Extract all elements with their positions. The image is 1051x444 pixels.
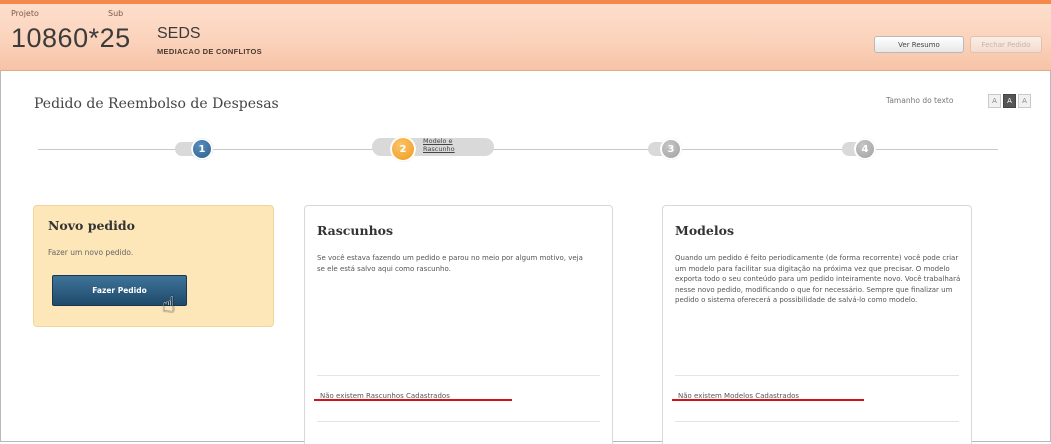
ver-resumo-button[interactable]: Ver Resumo (874, 36, 964, 53)
text-size-small-button[interactable]: A (988, 94, 1001, 108)
step-2-label-line1: Modelo e (423, 137, 453, 145)
modelos-annotation-underline (672, 399, 864, 401)
text-size-large-button[interactable]: A (1018, 94, 1031, 108)
rascunhos-separator (317, 375, 600, 376)
step-2-circle[interactable]: 2 (390, 136, 416, 162)
sub-label: Sub (108, 9, 124, 18)
rascunhos-separator-bottom (317, 421, 600, 422)
org-name: SEDS (157, 25, 201, 42)
step-2-label[interactable]: Modelo e Rascunho (423, 137, 455, 153)
text-size-medium-button[interactable]: A (1003, 94, 1016, 108)
text-size-label: Tamanho do texto (886, 96, 954, 105)
step-2-label-line2: Rascunho (423, 145, 455, 153)
rascunhos-description: Se você estava fazendo um pedido e parou… (317, 254, 583, 273)
modelos-separator-bottom (675, 421, 959, 422)
hand-cursor-icon: ☝ (162, 293, 176, 318)
project-label: Projeto (11, 9, 39, 18)
novo-pedido-description: Fazer um novo pedido. (48, 248, 134, 257)
fechar-pedido-button[interactable]: Fechar Pedido (970, 36, 1042, 53)
modelos-description: Quando um pedido é feito periodicamente … (675, 254, 961, 304)
novo-pedido-title: Novo pedido (48, 218, 135, 233)
modelos-card: Modelos Quando um pedido é feito periodi… (662, 205, 972, 444)
project-header: Projeto Sub 10860*25 SEDS MEDIACAO DE CO… (0, 0, 1051, 71)
rascunhos-title: Rascunhos (317, 223, 394, 238)
novo-pedido-card: Novo pedido Fazer um novo pedido. Fazer … (33, 205, 274, 327)
project-number: 10860*25 (11, 23, 131, 53)
step-3-circle: 3 (660, 138, 682, 160)
page-title: Pedido de Reembolso de Despesas (34, 96, 279, 112)
step-4-circle: 4 (854, 138, 876, 160)
header-accent-line (0, 0, 1051, 4)
rascunhos-annotation-underline (314, 399, 512, 401)
rascunhos-card: Rascunhos Se você estava fazendo um pedi… (304, 205, 613, 444)
project-subtitle: MEDIACAO DE CONFLITOS (157, 47, 262, 56)
modelos-title: Modelos (675, 223, 734, 238)
modelos-separator (675, 375, 959, 376)
step-1-circle[interactable]: 1 (191, 138, 213, 160)
